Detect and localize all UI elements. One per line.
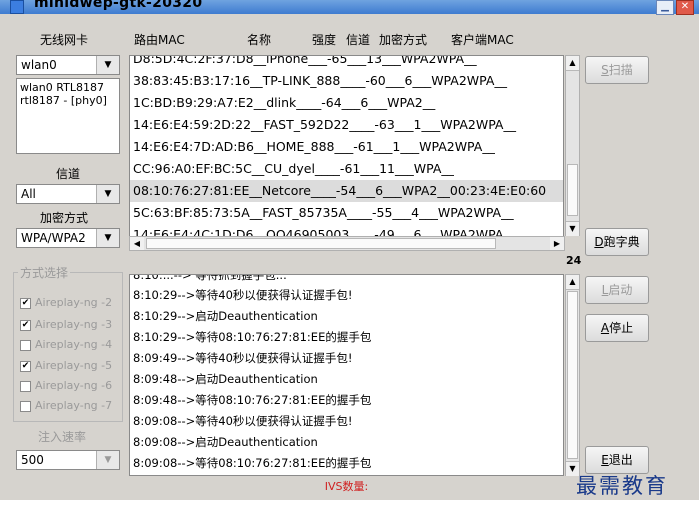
dictionary-label: 跑字典 <box>603 235 640 249</box>
checkbox-unchecked-icon[interactable] <box>20 400 31 412</box>
minimize-icon[interactable]: ▁ <box>656 0 674 15</box>
device-list[interactable]: wlan0 RTL8187 rtl8187 - [phy0] <box>16 78 120 154</box>
scroll-thumb[interactable] <box>567 164 578 216</box>
ap-list-vscrollbar[interactable]: ▲ ▼ <box>565 55 580 236</box>
ap-row[interactable]: CC:96:A0:EF:BC:5C__CU_dyel____-61___11__… <box>130 158 563 180</box>
channel-value: All <box>21 187 36 201</box>
encryption-select[interactable]: WPA/WPA2 ▼ <box>16 228 120 248</box>
scan-shortcut: S <box>601 63 609 77</box>
checkbox-checked-icon[interactable]: ✔ <box>20 319 31 331</box>
checkbox-checked-icon[interactable]: ✔ <box>20 360 31 372</box>
app-icon <box>10 0 24 14</box>
inject-rate-value: 500 <box>21 453 44 467</box>
mode-label: Aireplay-ng -2 <box>35 296 113 309</box>
chevron-down-icon[interactable]: ▼ <box>96 451 119 469</box>
col-header-encryption[interactable]: 加密方式 <box>379 31 427 48</box>
scroll-left-icon[interactable]: ◀ <box>130 237 144 250</box>
col-header-name[interactable]: 名称 <box>247 31 271 48</box>
window-title: minidwep-gtk-20320 <box>34 0 203 11</box>
log-line: 8:09:08-->启动Deauthentication <box>133 435 318 449</box>
app-window: minidwep-gtk-20320 ▁ ✕ 无线网卡 wlan0 ▼ wlan… <box>0 0 699 500</box>
log-panel[interactable]: 8:10:...--> 等待抓到握手包... 8:10:29-->等待40秒以便… <box>129 274 564 476</box>
checkbox-checked-icon[interactable]: ✔ <box>20 297 31 309</box>
scan-button[interactable]: S扫描 <box>585 56 649 84</box>
stop-button[interactable]: A停止 <box>585 314 649 342</box>
ap-row[interactable]: D8:5D:4C:2F:37:D8__iPhone___-65___13___W… <box>130 56 563 70</box>
scroll-right-icon[interactable]: ▶ <box>550 237 564 250</box>
channel-label: 信道 <box>56 167 81 181</box>
log-line: 8:10:29-->等待08:10:76:27:81:EE的握手包 <box>133 330 372 344</box>
col-header-client-mac[interactable]: 客户端MAC <box>451 31 514 48</box>
title-bar: minidwep-gtk-20320 ▁ ✕ <box>0 0 699 15</box>
wifi-card-value: wlan0 <box>21 58 57 72</box>
device-item[interactable]: rtl8187 - [phy0] <box>20 94 116 107</box>
ap-row[interactable]: 14:E6:E4:59:2D:22__FAST_592D22____-63___… <box>130 114 563 136</box>
exit-shortcut: E <box>601 453 609 467</box>
stop-label: 停止 <box>609 321 634 335</box>
col-header-power[interactable]: 强度 <box>312 31 336 48</box>
scroll-thumb[interactable] <box>146 238 496 249</box>
col-header-bssid[interactable]: 路由MAC <box>134 31 185 48</box>
ap-count: 24 <box>566 254 582 267</box>
dictionary-button[interactable]: D跑字典 <box>585 228 649 256</box>
log-line: 8:09:08-->等待08:10:76:27:81:EE的握手包 <box>133 456 372 470</box>
inject-rate-label: 注入速率 <box>38 430 87 444</box>
ap-list-hscrollbar[interactable]: ◀ ▶ <box>129 236 565 251</box>
checkbox-unchecked-icon[interactable] <box>20 339 31 351</box>
wifi-card-select[interactable]: wlan0 ▼ <box>16 55 120 75</box>
ap-list[interactable]: D8:5D:4C:2F:37:D8__iPhone___-65___13___W… <box>129 55 564 250</box>
mode-label: Aireplay-ng -7 <box>35 399 113 412</box>
mode-checkbox[interactable]: Aireplay-ng -7 <box>20 399 112 412</box>
scan-label: 扫描 <box>608 63 633 77</box>
chevron-down-icon[interactable]: ▼ <box>96 185 119 203</box>
log-line: 8:09:49-->等待40秒以便获得认证握手包! <box>133 351 353 365</box>
watermark-text: 最需教育 <box>576 474 668 498</box>
device-item[interactable]: wlan0 RTL8187 <box>20 81 116 94</box>
mode-checkbox[interactable]: ✔ Aireplay-ng -5 <box>20 359 112 372</box>
chevron-down-icon[interactable]: ▼ <box>96 229 119 247</box>
scroll-down-icon[interactable]: ▼ <box>566 221 579 236</box>
log-line: 8:09:48-->启动Deauthentication <box>133 372 318 386</box>
inject-rate-select[interactable]: 500 ▼ <box>16 450 120 470</box>
chevron-down-icon[interactable]: ▼ <box>96 56 119 74</box>
log-vscrollbar[interactable]: ▲ ▼ <box>565 274 580 476</box>
mode-checkbox[interactable]: ✔ Aireplay-ng -3 <box>20 318 112 331</box>
mode-label: Aireplay-ng -5 <box>35 359 113 372</box>
scroll-up-icon[interactable]: ▲ <box>566 275 579 290</box>
ap-row[interactable]: 14:E6:E4:7D:AD:B6__HOME_888___-61___1___… <box>130 136 563 158</box>
log-line: 8:10:29-->等待40秒以便获得认证握手包! <box>133 288 353 302</box>
exit-label: 退出 <box>608 453 633 467</box>
dictionary-shortcut: D <box>594 235 604 249</box>
mode-checkbox[interactable]: Aireplay-ng -4 <box>20 338 112 351</box>
ap-row[interactable]: 5C:63:BF:85:73:5A__FAST_85735A____-55___… <box>130 202 563 224</box>
ivs-count-label: IVS数量: <box>324 480 369 493</box>
mode-label: Aireplay-ng -6 <box>35 379 113 392</box>
scroll-thumb[interactable] <box>567 291 578 459</box>
mode-label: Aireplay-ng -4 <box>35 338 113 351</box>
ap-row[interactable]: 38:83:45:B3:17:16__TP-LINK_888____-60___… <box>130 70 563 92</box>
log-line: 8:10:...--> 等待抓到握手包... <box>133 274 287 282</box>
mode-group-title: 方式选择 <box>18 264 71 281</box>
channel-select[interactable]: All ▼ <box>16 184 120 204</box>
log-line: 8:09:48-->等待08:10:76:27:81:EE的握手包 <box>133 393 372 407</box>
start-label: 启动 <box>608 283 633 297</box>
encryption-value: WPA/WPA2 <box>21 231 86 245</box>
mode-checkbox[interactable]: Aireplay-ng -6 <box>20 379 112 392</box>
scroll-up-icon[interactable]: ▲ <box>566 56 579 71</box>
log-line: 8:10:29-->启动Deauthentication <box>133 309 318 323</box>
checkbox-unchecked-icon[interactable] <box>20 380 31 392</box>
ap-row[interactable]: 1C:BD:B9:29:A7:E2__dlink____-64___6___WP… <box>130 92 563 114</box>
log-line: 8:09:08-->等待40秒以便获得认证握手包! <box>133 414 353 428</box>
col-header-channel[interactable]: 信道 <box>346 31 370 48</box>
close-icon[interactable]: ✕ <box>676 0 694 15</box>
mode-checkbox[interactable]: ✔ Aireplay-ng -2 <box>20 296 112 309</box>
encryption-label: 加密方式 <box>40 211 89 225</box>
ap-row-selected[interactable]: 08:10:76:27:81:EE__Netcore____-54___6___… <box>130 180 563 202</box>
mode-label: Aireplay-ng -3 <box>35 318 113 331</box>
wifi-card-label: 无线网卡 <box>40 33 89 47</box>
start-button[interactable]: L启动 <box>585 276 649 304</box>
stop-shortcut: A <box>600 321 610 335</box>
